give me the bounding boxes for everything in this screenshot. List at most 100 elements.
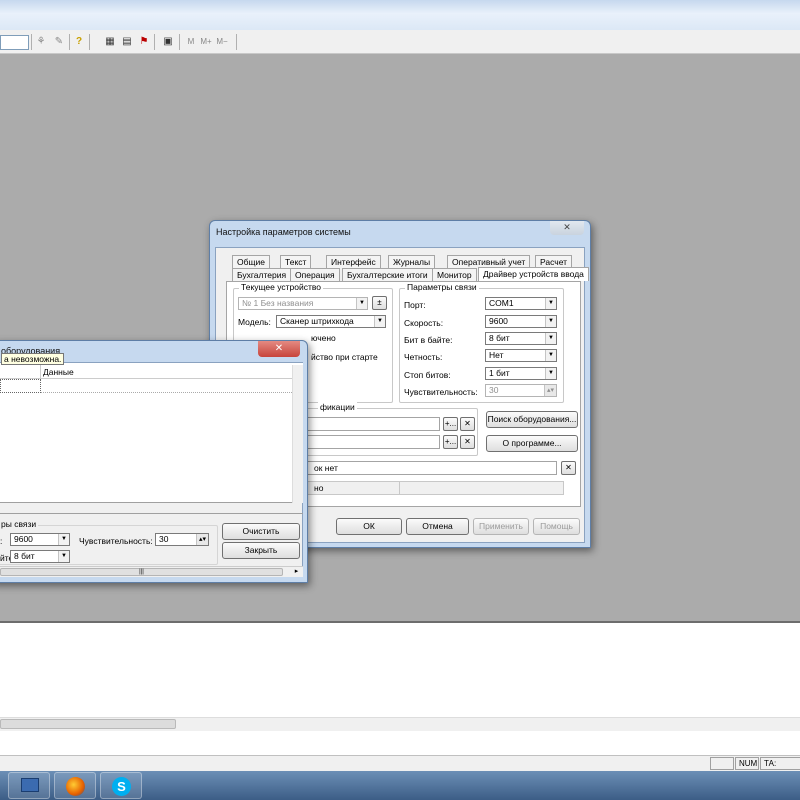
tab-interface[interactable]: Интерфейс	[326, 255, 381, 268]
list-item[interactable]	[41, 379, 292, 393]
tab-input-device-driver[interactable]: Драйвер устройств ввода	[478, 267, 589, 281]
about-button[interactable]: О программе...	[486, 435, 578, 452]
date-indicator: ТА: 01.01.	[760, 757, 800, 779]
calculator-icon[interactable]: ▦	[102, 34, 118, 50]
help-icon[interactable]: ?	[71, 34, 87, 50]
status-bar: NUM ТА: 01.01.	[0, 755, 800, 779]
toolbar-separator	[236, 34, 237, 50]
memory-minus-button[interactable]: M−	[215, 34, 229, 50]
test-bits-select[interactable]: 8 бит ▼	[10, 550, 70, 563]
num-indicator: NUM	[735, 757, 759, 770]
tab-journals[interactable]: Журналы	[388, 255, 436, 268]
parity-label: Четность:	[404, 352, 443, 362]
data-list[interactable]: Данные	[0, 363, 303, 503]
test-speed-select[interactable]: 9600 ▼	[10, 533, 70, 546]
cancel-button[interactable]: Отмена	[406, 518, 469, 535]
firefox-icon[interactable]	[54, 772, 96, 799]
splitter[interactable]	[0, 506, 303, 514]
prefix-field[interactable]	[287, 417, 440, 431]
tab-general[interactable]: Общие	[232, 255, 270, 268]
horizontal-scrollbar[interactable]: ||| ▸	[0, 566, 303, 577]
bits-select[interactable]: 8 бит ▼	[485, 332, 557, 345]
tab-accounting-totals[interactable]: Бухгалтерские итоги	[342, 268, 433, 281]
port-label: Порт:	[404, 300, 426, 310]
skype-icon[interactable]: S	[100, 772, 142, 799]
test-sensitivity-spinner[interactable]: 30 ▴▾	[155, 533, 209, 546]
book-icon[interactable]: ▣	[160, 34, 176, 50]
stop-bits-label: Стоп битов:	[404, 370, 451, 380]
edit-icon[interactable]: ✎	[51, 34, 67, 50]
suffix-add-button[interactable]: +...	[443, 435, 458, 449]
chevron-down-icon: ▼	[58, 534, 69, 545]
test-hardware-window: оборудования ✕ Данные ры связи : 9600 ▼ Ч…	[0, 340, 308, 583]
device-select[interactable]: № 1 Без названия ▼	[238, 297, 368, 310]
firefox-logo	[66, 777, 85, 796]
prefix-add-button[interactable]: +...	[443, 417, 458, 431]
help-button[interactable]: Помощь	[533, 518, 580, 535]
error-clear-button[interactable]: ✕	[561, 461, 576, 475]
test-bits-value: 8 бит	[14, 551, 35, 561]
tooltip: а невозможна.	[1, 353, 65, 365]
stop-bits-select[interactable]: 1 бит ▼	[485, 367, 557, 380]
test-speed-value: 9600	[14, 534, 33, 544]
test-sensitivity-value: 30	[159, 534, 169, 544]
stop-bits-value: 1 бит	[489, 368, 510, 378]
ok-button[interactable]: ОК	[336, 518, 402, 535]
memory-button[interactable]: M	[183, 34, 199, 50]
taskbar: S	[0, 771, 800, 800]
parity-select[interactable]: Нет ▼	[485, 349, 557, 362]
chevron-down-icon: ▼	[356, 298, 367, 309]
speed-select[interactable]: 9600 ▼	[485, 315, 557, 328]
scroll-thumb[interactable]: |||	[0, 568, 283, 576]
sensitivity-label: Чувствительность:	[404, 387, 478, 397]
toolbar-separator	[31, 34, 32, 50]
tree-icon[interactable]: ⚘	[33, 34, 49, 50]
toolbar-separator	[89, 34, 90, 50]
spinner-arrows-icon[interactable]: ▴▾	[544, 385, 556, 396]
scroll-right-icon[interactable]: ▸	[291, 567, 302, 577]
port-select[interactable]: COM1 ▼	[485, 297, 557, 310]
suffix-clear-button[interactable]: ✕	[460, 435, 475, 449]
network-icon[interactable]	[8, 772, 50, 799]
prefix-clear-button[interactable]: ✕	[460, 417, 475, 431]
flag-icon[interactable]: ⚑	[136, 34, 152, 50]
comm-params-group-title: Параметры связи	[405, 282, 479, 292]
model-select[interactable]: Сканер штрихкода ▼	[276, 315, 386, 328]
skype-logo: S	[112, 777, 131, 796]
tab-text[interactable]: Текст	[280, 255, 312, 268]
spinner-arrows-icon[interactable]: ▴▾	[196, 534, 208, 545]
test-comm-group-title: ры связи	[0, 519, 39, 529]
error-field: ок нет	[287, 461, 557, 475]
memory-plus-button[interactable]: M+	[199, 34, 213, 50]
close-button[interactable]: Закрыть	[222, 542, 300, 559]
chevron-down-icon: ▼	[545, 333, 556, 344]
main-scroll-thumb[interactable]	[0, 719, 176, 729]
list-header: Данные	[0, 365, 292, 379]
table-icon[interactable]: ▤	[119, 34, 135, 50]
device-add-remove-button[interactable]: ±	[372, 296, 387, 310]
speed-value: 9600	[489, 316, 508, 326]
monitor-shape	[21, 778, 39, 792]
tab-operation[interactable]: Операция	[290, 268, 340, 281]
sensitivity-spinner[interactable]: 30 ▴▾	[485, 384, 557, 397]
tab-monitor[interactable]: Монитор	[432, 268, 477, 281]
apply-button[interactable]: Применить	[473, 518, 529, 535]
chevron-down-icon: ▼	[58, 551, 69, 562]
vertical-scrollbar[interactable]	[292, 365, 303, 503]
test-window-close-button[interactable]: ✕	[258, 341, 300, 357]
speed-label-partial: :	[0, 536, 3, 546]
error-text: ок нет	[314, 463, 338, 473]
identification-group-title: фикации	[318, 402, 357, 412]
bits-value: 8 бит	[489, 333, 510, 343]
toolbar-combo[interactable]	[0, 35, 29, 50]
port-value: COM1	[489, 298, 514, 308]
tab-accounting[interactable]: Бухгалтерия	[232, 268, 292, 281]
device-value: № 1 Без названия	[242, 298, 314, 308]
dialog-close-button[interactable]: ✕	[550, 221, 584, 235]
clear-button[interactable]: Очистить	[222, 523, 300, 540]
suffix-field[interactable]	[287, 435, 440, 449]
chevron-down-icon: ▼	[545, 350, 556, 361]
search-hardware-button[interactable]: Поиск оборудования...	[486, 411, 578, 428]
list-item[interactable]	[0, 379, 41, 393]
column-header-data[interactable]: Данные	[43, 367, 74, 377]
